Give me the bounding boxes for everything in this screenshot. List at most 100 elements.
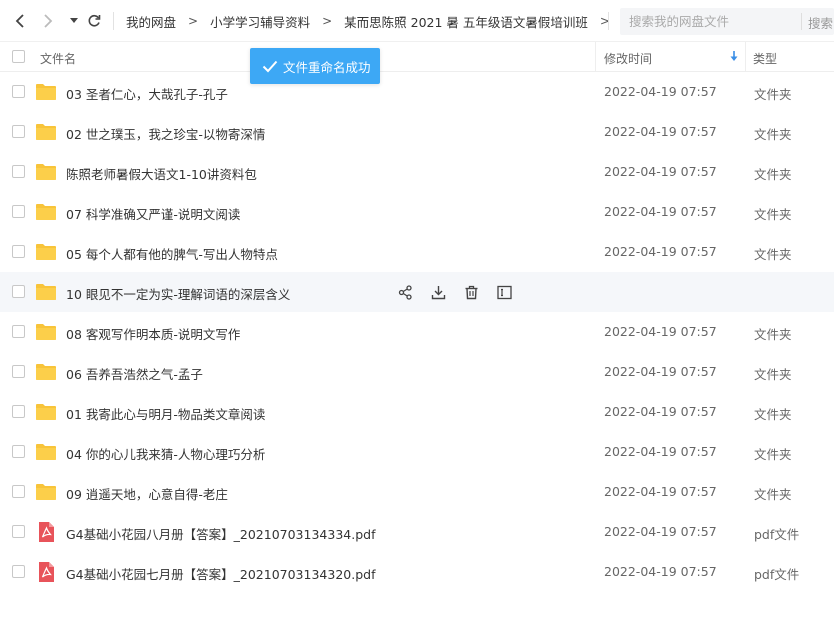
file-name[interactable]: G4基础小花园八月册【答案】_20210703134334.pdf [66,524,375,543]
column-divider [595,42,596,72]
folder-icon [36,484,56,500]
file-name[interactable]: 04 你的心儿我来猜-人物心理巧分析 [66,444,265,463]
file-name[interactable]: 03 圣者仁心，大哉孔子-孔子 [66,84,228,103]
row-checkbox[interactable] [12,205,25,218]
share-button[interactable] [396,283,414,301]
file-row[interactable]: G4基础小花园七月册【答案】_20210703134320.pdf 2022-0… [0,552,834,592]
file-modified-time: 2022-04-19 07:57 [604,244,717,259]
row-checkbox[interactable] [12,325,25,338]
folder-icon [36,444,56,460]
file-list-header: 文件名 修改时间 类型 [0,42,834,72]
file-row[interactable]: 02 世之璞玉，我之珍宝-以物寄深情 2022-04-19 07:57 文件夹 [0,112,834,152]
file-row[interactable]: 陈照老师暑假大语文1-10讲资料包 2022-04-19 07:57 文件夹 [0,152,834,192]
column-header-modified[interactable]: 修改时间 [604,50,652,67]
file-type: 文件夹 [754,407,792,422]
chevron-left-icon [15,14,24,28]
file-type: pdf文件 [754,567,800,582]
file-row[interactable]: 05 每个人都有他的脾气-写出人物特点 2022-04-19 07:57 文件夹 [0,232,834,272]
file-name[interactable]: 05 每个人都有他的脾气-写出人物特点 [66,244,278,263]
file-name[interactable]: 10 眼见不一定为实-理解词语的深层含义 [66,284,290,303]
history-dropdown-button[interactable] [64,10,84,32]
folder-icon [36,164,56,180]
success-toast: 文件重命名成功 [250,48,380,84]
breadcrumb-separator: > [322,14,333,28]
row-checkbox[interactable] [12,565,25,578]
file-name[interactable]: 07 科学准确又严谨-说明文阅读 [66,204,240,223]
file-row[interactable]: 09 逍遥天地，心意自得-老庄 2022-04-19 07:57 文件夹 [0,472,834,512]
file-name[interactable]: 09 逍遥天地，心意自得-老庄 [66,484,228,503]
rename-button[interactable] [495,283,513,301]
delete-icon [465,285,477,299]
row-checkbox[interactable] [12,485,25,498]
file-modified-time: 2022-04-19 07:57 [604,84,717,99]
file-name[interactable]: 08 客观写作明本质-说明文写作 [66,324,240,343]
refresh-button[interactable] [84,10,104,32]
folder-icon [36,124,56,140]
file-type: 文件夹 [754,207,792,222]
row-checkbox[interactable] [12,445,25,458]
refresh-icon [88,14,101,27]
row-checkbox[interactable] [12,365,25,378]
back-button[interactable] [10,10,30,32]
file-row[interactable]: 03 圣者仁心，大哉孔子-孔子 2022-04-19 07:57 文件夹 [0,72,834,112]
breadcrumb: 我的网盘 > 小学学习辅导资料 > 某而思陈照 2021 暑 五年级语文暑假培训… [126,0,622,42]
file-name[interactable]: 02 世之璞玉，我之珍宝-以物寄深情 [66,124,265,143]
folder-icon [36,284,56,300]
search-button[interactable]: 搜索 [808,13,833,32]
file-row[interactable]: 07 科学准确又严谨-说明文阅读 2022-04-19 07:57 文件夹 [0,192,834,232]
file-modified-time: 2022-04-19 07:57 [604,484,717,499]
folder-icon [36,364,56,380]
file-row[interactable]: 08 客观写作明本质-说明文写作 2022-04-19 07:57 文件夹 [0,312,834,352]
search-divider [801,13,802,30]
row-checkbox[interactable] [12,165,25,178]
file-type: 文件夹 [754,127,792,142]
delete-button[interactable] [462,283,480,301]
file-modified-time: 2022-04-19 07:57 [604,124,717,139]
folder-icon [36,204,56,220]
file-modified-time: 2022-04-19 07:57 [604,564,717,579]
file-type: 文件夹 [754,367,792,382]
file-modified-time: 2022-04-19 07:57 [604,164,717,179]
file-row[interactable]: 06 吾养吾浩然之气-孟子 2022-04-19 07:57 文件夹 [0,352,834,392]
row-checkbox[interactable] [12,405,25,418]
search-input[interactable] [629,14,809,29]
file-row[interactable]: G4基础小花园八月册【答案】_20210703134334.pdf 2022-0… [0,512,834,552]
breadcrumb-item-study-materials[interactable]: 小学学习辅导资料 [210,12,310,31]
file-name[interactable]: G4基础小花园七月册【答案】_20210703134320.pdf [66,564,375,583]
file-type: pdf文件 [754,527,800,542]
caret-down-icon [70,18,78,23]
row-checkbox[interactable] [12,285,25,298]
folder-icon [36,324,56,340]
file-name[interactable]: 06 吾养吾浩然之气-孟子 [66,364,203,383]
file-row-hovered[interactable]: 10 眼见不一定为实-理解词语的深层含义 [0,272,834,312]
breadcrumb-separator: > [188,14,199,28]
select-all-checkbox[interactable] [12,50,25,63]
top-navigation-bar: 我的网盘 > 小学学习辅导资料 > 某而思陈照 2021 暑 五年级语文暑假培训… [0,0,834,42]
folder-icon [36,404,56,420]
download-button[interactable] [429,283,447,301]
row-checkbox[interactable] [12,85,25,98]
breadcrumb-item-current-folder[interactable]: 某而思陈照 2021 暑 五年级语文暑假培训班 [344,12,588,31]
file-row[interactable]: 04 你的心儿我来猜-人物心理巧分析 2022-04-19 07:57 文件夹 [0,432,834,472]
file-modified-time: 2022-04-19 07:57 [604,444,717,459]
forward-button[interactable] [38,10,58,32]
column-header-type[interactable]: 类型 [753,50,777,67]
column-divider [745,42,746,72]
row-checkbox[interactable] [12,245,25,258]
pdf-icon [39,522,54,542]
file-name[interactable]: 陈照老师暑假大语文1-10讲资料包 [66,164,257,183]
folder-icon [36,84,56,100]
file-type: 文件夹 [754,447,792,462]
share-icon [398,284,412,300]
row-checkbox[interactable] [12,525,25,538]
toast-message: 文件重命名成功 [283,59,371,75]
file-type: 文件夹 [754,247,792,262]
column-header-name[interactable]: 文件名 [40,50,76,67]
file-modified-time: 2022-04-19 07:57 [604,204,717,219]
breadcrumb-item-my-drive[interactable]: 我的网盘 [126,12,176,31]
row-checkbox[interactable] [12,125,25,138]
file-row[interactable]: 01 我寄此心与明月-物品类文章阅读 2022-04-19 07:57 文件夹 [0,392,834,432]
file-name[interactable]: 01 我寄此心与明月-物品类文章阅读 [66,404,265,423]
toolbar-divider [113,12,114,30]
file-type: 文件夹 [754,487,792,502]
